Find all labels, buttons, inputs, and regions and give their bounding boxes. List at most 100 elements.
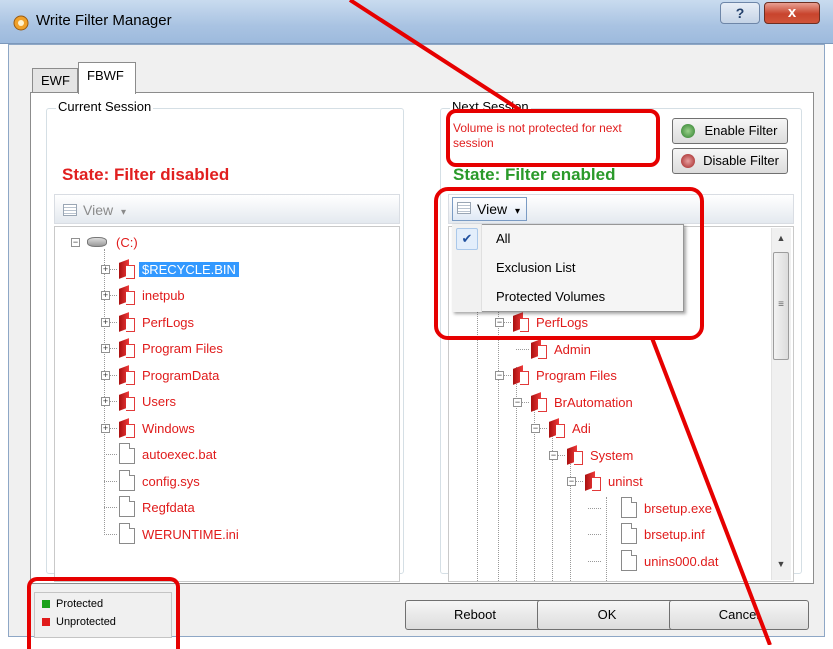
- enable-filter-button[interactable]: Enable Filter: [672, 118, 788, 144]
- file-icon: [119, 443, 135, 464]
- tree-item-label: config.sys: [142, 474, 200, 489]
- expand-icon[interactable]: +: [101, 371, 110, 380]
- collapse-icon[interactable]: −: [549, 451, 558, 460]
- tree-connector-line: [588, 561, 601, 562]
- tree-connector-line: [104, 481, 117, 482]
- tree-item-label: Users: [142, 394, 176, 409]
- legend-protected-label: Protected: [56, 598, 104, 610]
- folder-icon: [117, 366, 135, 385]
- folder-icon: [565, 446, 583, 465]
- next-view-label: View: [477, 201, 508, 217]
- next-toolbar: View ▾: [448, 194, 794, 224]
- next-session-warning: Volume is not protected for next session: [453, 121, 622, 150]
- chevron-down-icon: ▾: [120, 207, 127, 218]
- enable-filter-label: Enable Filter: [704, 123, 778, 138]
- folder-icon: [547, 419, 565, 438]
- scroll-thumb[interactable]: ≡: [773, 252, 789, 360]
- tree-item-label: autoexec.bat: [142, 447, 217, 462]
- list-view-icon: [63, 204, 77, 216]
- file-icon: [119, 523, 135, 544]
- checkmark-icon: ✔: [456, 228, 478, 250]
- collapse-icon[interactable]: −: [567, 477, 576, 486]
- current-toolbar: View ▾: [54, 194, 400, 224]
- next-view-button[interactable]: View ▾: [452, 197, 528, 221]
- folder-icon: [529, 340, 547, 359]
- folder-icon: [117, 339, 135, 358]
- tab-fbwf[interactable]: FBWF: [78, 62, 136, 94]
- current-view-button[interactable]: View ▾: [59, 200, 132, 222]
- tree-connector-line: [606, 497, 607, 581]
- collapse-icon[interactable]: −: [531, 424, 540, 433]
- current-session-label: Current Session: [56, 99, 154, 114]
- collapse-icon[interactable]: −: [495, 318, 504, 327]
- tree-item-label: Adi: [572, 421, 591, 436]
- legend-protected: Protected: [42, 598, 103, 610]
- expand-icon[interactable]: +: [101, 265, 110, 274]
- write-filter-manager-window: Write Filter Manager ? x EWF FBWF Curren…: [0, 0, 833, 649]
- tree-item-label: WERUNTIME.ini: [142, 527, 239, 542]
- tree-item-label: Regfdata: [142, 500, 195, 515]
- expand-icon[interactable]: +: [101, 424, 110, 433]
- menu-item-all[interactable]: All: [482, 226, 682, 252]
- cancel-button[interactable]: Cancel: [669, 600, 809, 630]
- expand-icon[interactable]: +: [101, 291, 110, 300]
- tree-item-label: PerfLogs: [142, 315, 195, 330]
- tree-connector-line: [104, 507, 117, 508]
- disable-filter-icon: [681, 154, 695, 168]
- tree-item-label: uninst: [608, 474, 643, 489]
- menu-item-protected-volumes[interactable]: Protected Volumes: [482, 284, 682, 310]
- unprotected-swatch: [42, 618, 50, 626]
- current-session-tree[interactable]: − (C:) + $RECYCLE.BIN + inetpub + PerfLogs + Prog…: [54, 226, 400, 582]
- tree-item-label: PerfLogs: [536, 315, 589, 330]
- drive-icon: [87, 237, 107, 247]
- file-icon: [621, 523, 637, 544]
- tree-connector-line: [104, 454, 117, 455]
- enable-filter-icon: [681, 124, 695, 138]
- collapse-icon[interactable]: −: [495, 371, 504, 380]
- collapse-icon[interactable]: −: [71, 238, 80, 247]
- tree-item-label: Program Files: [142, 341, 223, 356]
- folder-icon: [117, 260, 135, 279]
- tree-item-label: Windows: [142, 421, 195, 436]
- tree-item-label: Program Files: [536, 368, 617, 383]
- help-button[interactable]: ?: [720, 2, 760, 24]
- folder-icon: [511, 366, 529, 385]
- folder-icon: [511, 313, 529, 332]
- expand-icon[interactable]: +: [101, 344, 110, 353]
- reboot-button[interactable]: Reboot: [405, 600, 545, 630]
- tree-item-label: BrAutomation: [554, 395, 633, 410]
- menu-item-exclusion-list[interactable]: Exclusion List: [482, 255, 682, 281]
- next-session-label: Next Session: [450, 99, 531, 114]
- tree-connector-line: [552, 423, 553, 581]
- tree-item-label: (C:): [116, 235, 138, 250]
- next-state-text: State: Filter enabled: [453, 165, 616, 184]
- folder-icon: [117, 419, 135, 438]
- tree-connector-line: [104, 534, 117, 535]
- disable-filter-label: Disable Filter: [703, 153, 779, 168]
- protected-swatch: [42, 600, 50, 608]
- scroll-up-arrow-icon[interactable]: ▲: [771, 228, 791, 248]
- tree-item-label: unins000.dat: [644, 554, 719, 569]
- close-button[interactable]: x: [764, 2, 820, 24]
- folder-icon: [117, 313, 135, 332]
- file-icon: [621, 550, 637, 571]
- app-icon: [13, 15, 29, 31]
- tab-ewf[interactable]: EWF: [32, 68, 78, 94]
- chevron-down-icon: ▾: [514, 206, 521, 217]
- tree-item-label: inetpub: [142, 288, 185, 303]
- folder-icon: [117, 286, 135, 305]
- file-icon: [119, 496, 135, 517]
- tree-item-label: Admin: [554, 342, 591, 357]
- scroll-down-arrow-icon[interactable]: ▼: [771, 554, 791, 574]
- file-icon: [119, 470, 135, 491]
- expand-icon[interactable]: +: [101, 318, 110, 327]
- file-icon: [621, 497, 637, 518]
- expand-icon[interactable]: +: [101, 397, 110, 406]
- window-title: Write Filter Manager: [36, 12, 172, 29]
- collapse-icon[interactable]: −: [513, 398, 522, 407]
- tree-connector-line: [588, 508, 601, 509]
- ok-button[interactable]: OK: [537, 600, 677, 630]
- tree-item-label: brsetup.inf: [644, 527, 705, 542]
- tree-item-label: ProgramData: [142, 368, 220, 383]
- disable-filter-button[interactable]: Disable Filter: [672, 148, 788, 174]
